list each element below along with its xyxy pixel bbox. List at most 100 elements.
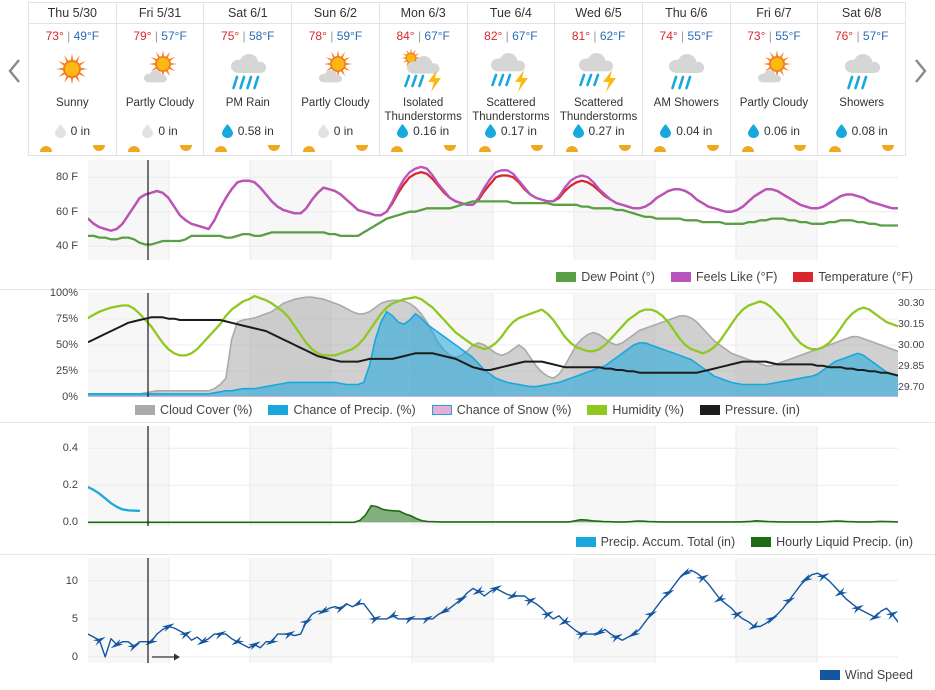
day-temperatures: 84° | 67°F [396, 29, 449, 43]
day-condition: AM Showers [653, 97, 719, 109]
sunrise-icon [40, 145, 52, 152]
high-temp: 84° [396, 29, 415, 43]
legend-item[interactable]: Chance of Precip. (%) [268, 403, 416, 417]
forecast-day-card[interactable]: Tue 6/4 82° | 67°F Scattered Thunderstorms… [466, 2, 555, 156]
legend-item[interactable]: Chance of Snow (%) [431, 403, 571, 417]
sunrise-icon [215, 145, 228, 152]
precip-amount: 0.58 in [237, 124, 274, 138]
forecast-day-card[interactable]: Sat 6/8 76° | 57°F Showers 0.08 in [817, 2, 907, 156]
precip-droplet-icon [317, 124, 329, 138]
forecast-day-card[interactable]: Sun 6/2 78° | 59°F Partly Cloudy 0 in [291, 2, 379, 156]
legend-swatch [268, 405, 289, 415]
precip-amount: 0.08 in [851, 124, 888, 138]
day-condition: Scattered Thunderstorms [559, 97, 638, 123]
sunset-icon [355, 145, 368, 152]
legend-label: Pressure. (in) [724, 403, 800, 417]
precip-amount: 0 in [158, 124, 178, 138]
precip-amount: 0 in [70, 124, 91, 138]
legend-item[interactable]: Precip. Accum. Total (in) [575, 535, 736, 549]
temperature-chart[interactable]: 40 F 60 F 80 F [0, 160, 935, 260]
precip-amount: 0 in [333, 124, 354, 138]
precip-droplet-icon [660, 124, 672, 138]
wind-chart[interactable]: 0 5 10 [0, 558, 935, 663]
forecast-day-card[interactable]: Wed 6/5 81° | 62°F Scattered Thunderstorms… [554, 2, 642, 156]
precip-amount: 0.06 in [763, 124, 800, 138]
sunset-icon [443, 145, 456, 152]
legend-swatch [699, 405, 720, 415]
day-label: Thu 5/30 [29, 3, 116, 24]
legend-label: Feels Like (°F) [695, 270, 778, 284]
sunrise-sunset-row [555, 140, 642, 154]
legend-label: Precip. Accum. Total (in) [600, 535, 736, 549]
temp-separator: | [856, 29, 860, 43]
prev-days-arrow[interactable] [2, 46, 28, 96]
precip-droplet-icon [835, 124, 847, 138]
y-axis-tick: 10 [65, 574, 78, 587]
legend-item[interactable]: Humidity (%) [587, 403, 684, 417]
day-label: Tue 6/4 [467, 3, 555, 24]
precip-droplet-icon [397, 124, 409, 138]
day-precipitation: 0.58 in [221, 124, 274, 138]
day-precipitation: 0.06 in [747, 124, 800, 138]
sunset-icon [618, 145, 631, 152]
legend-item[interactable]: Cloud Cover (%) [135, 403, 252, 417]
conditions-chart[interactable]: 0% 25% 50% 75% 100% 29.70 29.85 30.00 30.15 30.3… [0, 287, 935, 403]
low-temp: 57°F [161, 29, 187, 43]
wind-plot-area[interactable] [88, 558, 898, 663]
precipitation-chart[interactable]: 0.0 0.2 0.4 [0, 426, 935, 528]
precip-droplet-icon [572, 124, 584, 138]
high-temp: 75° [221, 29, 240, 43]
showers-icon [658, 46, 714, 94]
day-precipitation: 0 in [317, 124, 354, 138]
legend-swatch [556, 272, 577, 282]
forecast-day-card[interactable]: Mon 6/3 84° | 67°F Isolated Thunderstorms 0… [378, 2, 467, 156]
legend-item[interactable]: Wind Speed [819, 668, 913, 682]
precipitation-y-axis: 0.0 0.2 0.4 [0, 426, 86, 528]
legend-swatch [587, 405, 608, 415]
forecast-day-card[interactable]: Thu 5/30 73° | 49°F Sunny 0 in [28, 2, 116, 156]
day-temperatures: 81° | 62°F [572, 29, 625, 43]
precip-amount: 0.27 in [588, 124, 625, 138]
legend-label: Temperature (°F) [818, 270, 913, 284]
high-temp: 78° [308, 29, 327, 43]
forecast-day-card[interactable]: Sat 6/1 75° | 58°F PM Rain 0.58 in [203, 2, 292, 156]
pressure-axis-tick: 30.15 [898, 318, 925, 331]
temperature-plot-area[interactable] [88, 160, 898, 260]
pressure-axis-tick: 30.00 [898, 339, 925, 351]
forecast-day-card[interactable]: Fri 5/31 79° | 57°F Partly Cloudy 0 in [115, 2, 204, 156]
legend-swatch [575, 537, 596, 547]
legend-label: Chance of Precip. (%) [293, 403, 416, 417]
partly-cloudy-icon [132, 46, 188, 94]
day-precipitation: 0.08 in [835, 124, 888, 138]
pressure-axis-tick: 29.85 [898, 359, 925, 372]
divider-1 [0, 289, 935, 290]
day-temperatures: 74° | 55°F [660, 29, 713, 43]
high-temp: 79° [133, 29, 152, 43]
legend-item[interactable]: Temperature (°F) [793, 270, 913, 284]
legend-item[interactable]: Feels Like (°F) [670, 270, 778, 284]
day-temperatures: 75° | 58°F [221, 29, 274, 43]
sunset-icon [180, 145, 193, 152]
day-label: Sat 6/8 [818, 3, 906, 24]
forecast-day-card[interactable]: Fri 6/7 73° | 55°F Partly Cloudy 0.06 in [729, 2, 818, 156]
next-days-arrow[interactable] [907, 46, 933, 96]
low-temp: 62°F [599, 29, 626, 43]
day-condition: Isolated Thunderstorms [384, 97, 462, 123]
conditions-plot-area[interactable] [88, 293, 898, 397]
forecast-day-card[interactable]: Thu 6/6 74° | 55°F AM Showers 0.04 in [641, 2, 730, 156]
sunny-icon [44, 46, 100, 94]
high-temp: 82° [484, 29, 503, 43]
legend-item[interactable]: Pressure. (in) [699, 403, 800, 417]
day-temperatures: 73° | 49°F [46, 29, 99, 43]
precipitation-plot-area[interactable] [88, 426, 898, 526]
showers-icon [834, 46, 890, 94]
day-label: Fri 6/7 [730, 3, 818, 24]
precip-amount: 0.16 in [413, 124, 450, 138]
sunrise-icon [653, 145, 666, 152]
legend-item[interactable]: Dew Point (°) [556, 270, 655, 284]
temp-separator: | [417, 29, 422, 43]
low-temp: 49°F [73, 29, 100, 43]
temp-separator: | [242, 29, 246, 43]
legend-item[interactable]: Hourly Liquid Precip. (in) [751, 535, 913, 549]
isolated-thunderstorms-icon [395, 46, 451, 94]
